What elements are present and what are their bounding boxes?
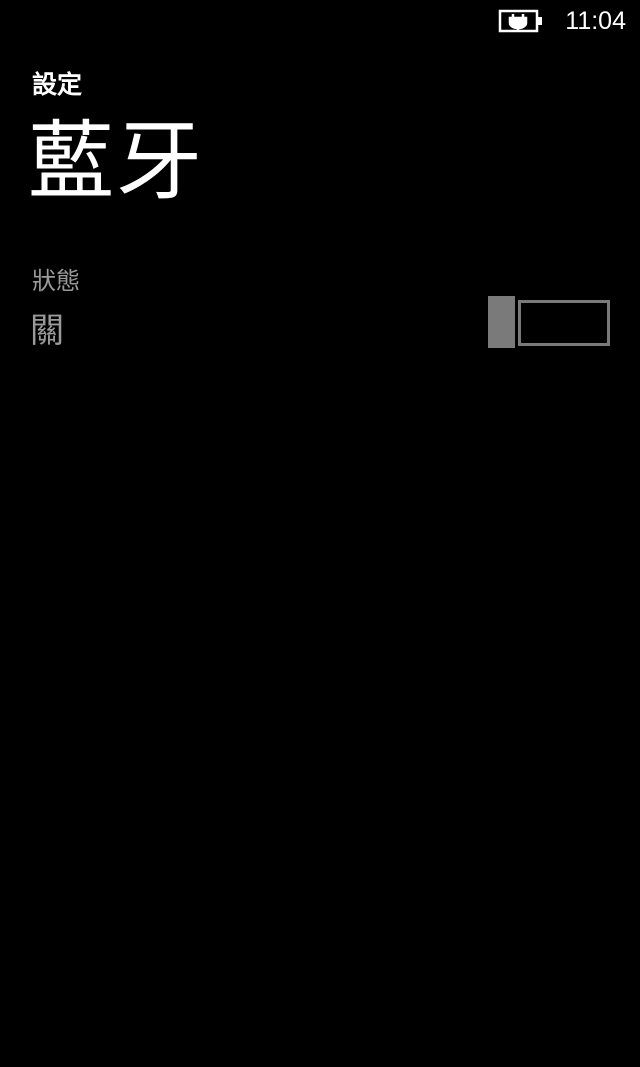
page-title: 藍牙 — [28, 112, 204, 212]
app-title: 設定 — [32, 70, 83, 99]
status-value: 關 — [30, 311, 64, 351]
toggle-thumb[interactable] — [488, 296, 515, 348]
toggle-track — [518, 300, 610, 346]
status-bar: 11:04 — [0, 0, 640, 44]
status-time: 11:04 — [565, 7, 626, 35]
battery-charging-icon — [498, 9, 542, 33]
bluetooth-toggle-switch[interactable] — [488, 296, 610, 350]
status-label: 狀態 — [32, 267, 80, 295]
